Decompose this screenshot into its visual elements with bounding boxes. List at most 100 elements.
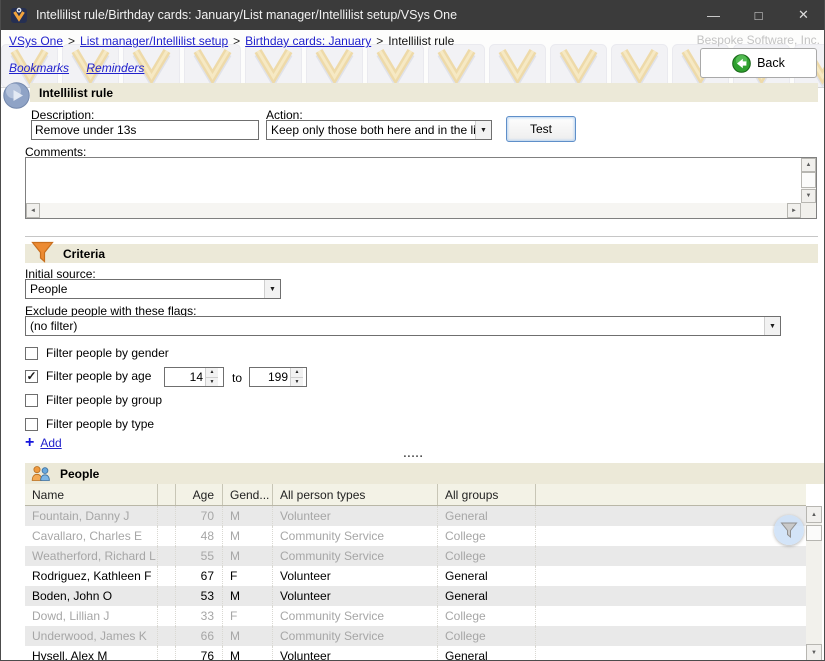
test-button[interactable]: Test (506, 116, 576, 142)
cell-groups: General (438, 586, 536, 606)
initial-source-select[interactable]: People ▼ (25, 279, 281, 299)
cell-gender: M (223, 586, 273, 606)
cell-age: 67 (176, 566, 223, 586)
cell-person-types: Volunteer (273, 646, 438, 661)
cell-gender: M (223, 506, 273, 526)
criteria-section-header: Criteria (25, 244, 818, 263)
cell-groups: General (438, 506, 536, 526)
column-header-filler (536, 484, 806, 505)
column-header-name[interactable]: Name (25, 484, 158, 505)
column-header-gender[interactable]: Gend... (223, 484, 273, 505)
table-row[interactable]: Dowd, Lillian J33FCommunity ServiceColle… (25, 606, 806, 626)
table-row[interactable]: Rodriguez, Kathleen F67FVolunteerGeneral (25, 566, 806, 586)
filter-group-checkbox[interactable] (25, 394, 38, 407)
cell-spacer (158, 526, 176, 546)
spin-down-icon[interactable]: ▼ (291, 378, 303, 387)
scroll-corner (801, 203, 816, 218)
section-divider (25, 236, 818, 237)
chevron-down-icon[interactable]: ▼ (475, 121, 491, 139)
people-vscroll-thumb[interactable] (806, 525, 822, 541)
scroll-left-icon[interactable]: ◄ (26, 203, 40, 218)
people-panel: People Name Age Gend... All person types… (25, 463, 825, 661)
breadcrumb-separator: > (68, 34, 75, 48)
chevron-down-icon[interactable]: ▼ (764, 317, 780, 335)
cell-groups: General (438, 646, 536, 661)
breadcrumb-separator: > (233, 34, 240, 48)
scroll-down-icon[interactable]: ▼ (806, 644, 822, 661)
cell-person-types: Volunteer (273, 506, 438, 526)
cell-person-types: Volunteer (273, 586, 438, 606)
cell-groups: College (438, 626, 536, 646)
spin-up-icon[interactable]: ▲ (291, 368, 303, 378)
back-button[interactable]: Back (700, 48, 817, 78)
section-play-button[interactable] (3, 82, 30, 109)
age-to-input[interactable] (250, 368, 290, 386)
grid-filter-button[interactable] (774, 515, 804, 545)
maximize-button[interactable]: □ (736, 0, 781, 30)
scroll-up-icon[interactable]: ▲ (806, 506, 822, 523)
column-header-groups[interactable]: All groups (438, 484, 536, 505)
company-label: Bespoke Software, Inc. (697, 33, 820, 47)
bookmarks-link[interactable]: Bookmarks (9, 61, 69, 75)
table-row[interactable]: Hysell, Alex M76MVolunteerGeneral (25, 646, 806, 661)
table-row[interactable]: Fountain, Danny J70MVolunteerGeneral (25, 506, 806, 526)
cell-name: Cavallaro, Charles E (25, 526, 158, 546)
filter-gender-checkbox[interactable] (25, 347, 38, 360)
cell-person-types: Community Service (273, 546, 438, 566)
back-label: Back (757, 56, 785, 70)
people-icon (30, 465, 52, 482)
cell-person-types: Community Service (273, 626, 438, 646)
breadcrumb-vsys-one[interactable]: VSys One (9, 34, 63, 48)
filter-type-label: Filter people by type (46, 417, 154, 431)
cell-name: Underwood, James K (25, 626, 158, 646)
breadcrumb-list-manager[interactable]: List manager/Intellilist setup (80, 34, 228, 48)
table-row[interactable]: Boden, John O53MVolunteerGeneral (25, 586, 806, 606)
table-row[interactable]: Underwood, James K66MCommunity ServiceCo… (25, 626, 806, 646)
exclude-flags-select[interactable]: (no filter) ▼ (25, 316, 781, 336)
breadcrumb: VSys One > List manager/Intellilist setup >… (9, 34, 454, 48)
action-select[interactable]: Keep only those both here and in the lis… (266, 120, 492, 140)
back-arrow-icon (732, 54, 751, 73)
breadcrumb-current: Intellilist rule (388, 34, 454, 48)
filter-age-checkbox[interactable]: ✓ (25, 370, 38, 383)
description-input[interactable] (31, 120, 259, 140)
cell-person-types: Volunteer (273, 566, 438, 586)
action-value: Keep only those both here and in the lis… (267, 123, 475, 137)
cell-filler (536, 526, 806, 546)
cell-gender: M (223, 646, 273, 661)
breadcrumb-separator: > (376, 34, 383, 48)
column-header-spacer (158, 484, 176, 505)
close-button[interactable]: ✕ (781, 0, 825, 30)
comments-hscroll-track[interactable] (26, 203, 801, 218)
chevron-down-icon[interactable]: ▼ (264, 280, 280, 298)
cell-age: 66 (176, 626, 223, 646)
cell-name: Hysell, Alex M (25, 646, 158, 661)
funnel-icon (31, 241, 54, 264)
app-logo-icon (10, 6, 28, 24)
scroll-up-icon[interactable]: ▲ (801, 158, 816, 172)
comments-vscroll-thumb[interactable] (801, 172, 816, 188)
table-row[interactable]: Cavallaro, Charles E48MCommunity Service… (25, 526, 806, 546)
splitter-handle[interactable]: ..... (1, 448, 825, 460)
age-to-stepper: ▲▼ (249, 367, 307, 387)
scroll-down-icon[interactable]: ▼ (801, 189, 816, 203)
rule-section-header: Intellilist rule (30, 83, 818, 102)
spin-up-icon[interactable]: ▲ (206, 368, 218, 378)
breadcrumb-birthday-cards[interactable]: Birthday cards: January (245, 34, 371, 48)
spin-down-icon[interactable]: ▼ (206, 378, 218, 387)
table-row[interactable]: Weatherford, Richard L55MCommunity Servi… (25, 546, 806, 566)
comments-textarea[interactable] (26, 158, 800, 202)
filter-type-checkbox[interactable] (25, 418, 38, 431)
comments-box: ▲ ▼ ◄ ► (25, 157, 817, 219)
column-header-age[interactable]: Age (176, 484, 223, 505)
reminders-link[interactable]: Reminders (86, 61, 144, 75)
scroll-right-icon[interactable]: ► (787, 203, 801, 218)
filter-gender-row: Filter people by gender (25, 346, 169, 360)
column-header-person-types[interactable]: All person types (273, 484, 438, 505)
filter-group-label: Filter people by group (46, 393, 162, 407)
title-bar: Intellilist rule/Birthday cards: January… (1, 0, 825, 30)
age-from-input[interactable] (165, 368, 205, 386)
minimize-button[interactable]: — (691, 0, 736, 30)
filter-group-row: Filter people by group (25, 393, 162, 407)
filter-age-row: ✓ Filter people by age (25, 369, 151, 383)
